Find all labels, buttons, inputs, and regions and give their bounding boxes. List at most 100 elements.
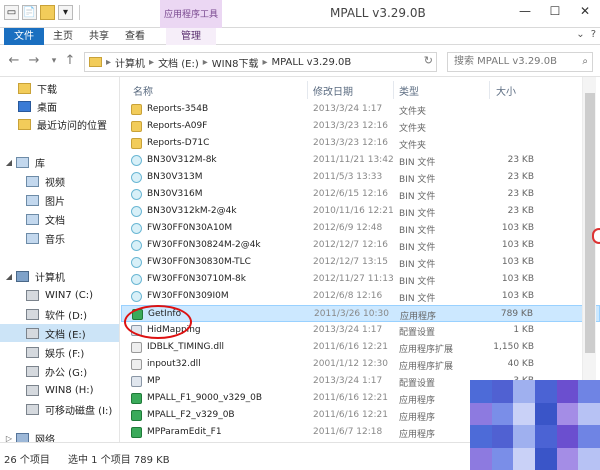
file-type: BIN 文件 bbox=[399, 277, 436, 287]
tab-file[interactable]: 文件 bbox=[4, 28, 44, 45]
tab-manage[interactable]: 管理 bbox=[166, 28, 216, 45]
file-size: 103 KB bbox=[501, 291, 534, 301]
tab-home[interactable]: 主页 bbox=[48, 28, 78, 45]
search-input[interactable]: 搜索 MPALL v3.29.0B ⌕ bbox=[447, 52, 593, 72]
nav-item-drive-e[interactable]: 文档 (E:) bbox=[0, 324, 119, 342]
nav-item-music[interactable]: 音乐 bbox=[26, 229, 65, 247]
file-name: BN30V316M bbox=[147, 189, 203, 199]
ribbon-collapse-icon[interactable]: ⌄ bbox=[576, 29, 584, 40]
up-arrow-icon[interactable]: ↑ bbox=[62, 53, 78, 69]
bin-file-icon bbox=[131, 172, 142, 183]
column-divider[interactable] bbox=[393, 81, 394, 99]
nav-item-drive-d[interactable]: 软件 (D:) bbox=[26, 305, 87, 323]
expand-chevron-icon[interactable]: ◢ bbox=[4, 158, 14, 167]
file-name: FW30FF0N30710M-8k bbox=[147, 274, 246, 284]
qat-dropdown-icon[interactable]: ▾ bbox=[58, 5, 73, 20]
file-name: IDBLK_TIMING.dll bbox=[147, 342, 225, 352]
new-page-icon[interactable]: 📄 bbox=[22, 5, 37, 20]
file-size: 23 KB bbox=[507, 155, 534, 165]
nav-item-pictures[interactable]: 图片 bbox=[26, 191, 65, 209]
column-header-date[interactable]: 修改日期 bbox=[313, 83, 353, 99]
nav-item-desktop[interactable]: 桌面 bbox=[18, 97, 57, 115]
file-row[interactable]: Reports-D71C 2013/3/23 12:16 文件夹 bbox=[121, 135, 600, 152]
bin-file-icon bbox=[131, 189, 142, 200]
file-row[interactable]: FW30FF0N30824M-2@4k 2012/12/7 12:16 BIN 文件… bbox=[121, 237, 600, 254]
new-folder-icon[interactable] bbox=[40, 5, 55, 20]
file-type: 应用程序 bbox=[400, 312, 437, 322]
nav-item-removable-drive-i[interactable]: 可移动磁盘 (I:) bbox=[26, 400, 112, 418]
maximize-button[interactable]: ☐ bbox=[540, 0, 570, 22]
folder-file-icon bbox=[131, 138, 142, 149]
nav-item-drive-c[interactable]: WIN7 (C:) bbox=[26, 286, 93, 304]
file-row[interactable]: FW30FF0N30710M-8k 2012/11/27 11:13 BIN 文件 1… bbox=[121, 271, 600, 288]
expand-chevron-icon[interactable]: ◢ bbox=[4, 272, 14, 281]
nav-item-computer[interactable]: ◢ 计算机 bbox=[4, 267, 65, 285]
file-row[interactable]: HidMapping 2013/3/24 1:17 配置设置 1 KB bbox=[121, 322, 600, 339]
file-row[interactable]: Reports-A09F 2013/3/23 12:16 文件夹 bbox=[121, 118, 600, 135]
back-arrow-icon[interactable]: ← bbox=[6, 53, 22, 69]
close-button[interactable]: ✕ bbox=[570, 0, 600, 22]
nav-item-drive-h[interactable]: WIN8 (H:) bbox=[26, 381, 94, 399]
nav-item-label: 文档 (E:) bbox=[45, 329, 86, 341]
mosaic-tile bbox=[513, 402, 535, 425]
videos-icon bbox=[26, 175, 39, 187]
refresh-icon[interactable]: ↻ bbox=[424, 54, 433, 67]
nav-item-recent-places[interactable]: 最近访问的位置 bbox=[18, 115, 107, 133]
bin-file-icon bbox=[131, 291, 142, 302]
forward-arrow-icon[interactable]: → bbox=[26, 53, 42, 69]
search-icon[interactable]: ⌕ bbox=[582, 53, 588, 71]
address-bar[interactable]: ▸ 计算机 ▸ 文档 (E:) ▸ WIN8下载 ▸ MPALL v3.29.0… bbox=[84, 52, 437, 72]
nav-item-documents[interactable]: 文档 bbox=[26, 210, 65, 228]
minimize-button[interactable]: — bbox=[510, 0, 540, 22]
file-row[interactable]: BN30V313M 2011/5/3 13:33 BIN 文件 23 KB bbox=[121, 169, 600, 186]
file-row[interactable]: FW30FF0N30830M-TLC 2012/12/7 13:15 BIN 文件 1… bbox=[121, 254, 600, 271]
nav-item-drive-f[interactable]: 娱乐 (F:) bbox=[26, 343, 84, 361]
tab-share[interactable]: 共享 bbox=[84, 28, 114, 45]
file-row[interactable]: BN30V312M-8k 2011/11/21 13:42 BIN 文件 23 KB bbox=[121, 152, 600, 169]
column-divider[interactable] bbox=[489, 81, 490, 99]
file-date: 2011/3/26 10:30 bbox=[314, 309, 389, 319]
breadcrumb-win8-download[interactable]: WIN8下载 bbox=[212, 55, 259, 70]
mosaic-tile bbox=[470, 425, 492, 448]
expand-chevron-icon[interactable]: ▷ bbox=[4, 434, 14, 443]
tab-view[interactable]: 查看 bbox=[120, 28, 150, 45]
nav-item-videos[interactable]: 视频 bbox=[26, 172, 65, 190]
properties-icon[interactable]: ▭ bbox=[4, 5, 19, 20]
column-header-name[interactable]: 名称 bbox=[133, 83, 153, 99]
nav-item-label: 音乐 bbox=[45, 234, 65, 246]
nav-item-label: 可移动磁盘 (I:) bbox=[45, 405, 113, 417]
dll-file-icon bbox=[131, 359, 142, 370]
mosaic-tile bbox=[556, 447, 579, 470]
exe-file-icon bbox=[131, 393, 142, 404]
file-row[interactable]: FW30FF0N309I0M 2012/6/8 12:16 BIN 文件 103 KB bbox=[121, 288, 600, 305]
breadcrumb-drive-e[interactable]: 文档 (E:) bbox=[158, 55, 199, 70]
file-type: BIN 文件 bbox=[399, 158, 436, 168]
file-row[interactable]: inpout32.dll 2001/1/12 12:30 应用程序扩展 40 KB bbox=[121, 356, 600, 373]
nav-item-drive-g[interactable]: 办公 (G:) bbox=[26, 362, 87, 380]
nav-item-libraries[interactable]: ◢ 库 bbox=[4, 153, 45, 171]
nav-item-label: 计算机 bbox=[35, 272, 65, 284]
file-type: BIN 文件 bbox=[399, 294, 436, 304]
file-type: BIN 文件 bbox=[399, 175, 436, 185]
mosaic-tile bbox=[470, 447, 492, 470]
file-row[interactable]: FW30FF0N30A10M 2012/6/9 12:48 BIN 文件 103 KB bbox=[121, 220, 600, 237]
nav-item-network[interactable]: ▷ 网络 bbox=[4, 429, 55, 442]
column-divider[interactable] bbox=[307, 81, 308, 99]
file-row[interactable]: BN30V312kM-2@4k 2010/11/16 12:21 BIN 文件 23 … bbox=[121, 203, 600, 220]
column-header-size[interactable]: 大小 bbox=[496, 83, 516, 99]
file-row[interactable]: BN30V316M 2012/6/15 12:16 BIN 文件 23 KB bbox=[121, 186, 600, 203]
help-icon[interactable]: ? bbox=[591, 29, 596, 40]
nav-item-downloads[interactable]: 下载 bbox=[18, 79, 57, 97]
recent-locations-icon[interactable]: ▾ bbox=[46, 53, 62, 69]
mosaic-tile bbox=[556, 425, 579, 448]
breadcrumb-current[interactable]: MPALL v3.29.0B bbox=[271, 57, 351, 68]
nav-item-label: WIN8 (H:) bbox=[45, 384, 94, 396]
file-row[interactable]: IDBLK_TIMING.dll 2011/6/16 12:21 应用程序扩展 1,1… bbox=[121, 339, 600, 356]
file-type: 应用程序扩展 bbox=[399, 362, 454, 372]
file-row[interactable]: GetInfo 2011/3/26 10:30 应用程序 789 KB bbox=[121, 305, 600, 322]
scrollbar-thumb[interactable] bbox=[585, 93, 595, 353]
bin-file-icon bbox=[131, 223, 142, 234]
column-header-type[interactable]: 类型 bbox=[399, 83, 419, 99]
breadcrumb-computer[interactable]: 计算机 bbox=[115, 55, 145, 70]
file-row[interactable]: Reports-354B 2013/3/24 1:17 文件夹 bbox=[121, 101, 600, 118]
